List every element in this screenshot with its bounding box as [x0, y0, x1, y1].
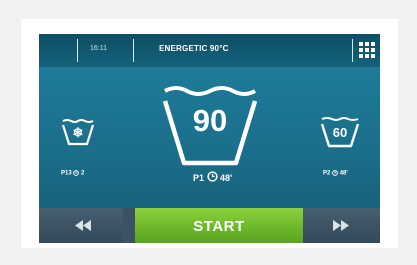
snowflake-icon: ❄ [72, 125, 84, 140]
clock-icon [73, 170, 80, 176]
previous-program-button[interactable] [39, 208, 123, 243]
program-right-temperature: 60 [332, 125, 348, 140]
touch-screen: 16:11 ENERGETIC 90°C ❄ P13 2 90 P1 48' 6… [39, 34, 380, 243]
program-title: ENERGETIC 90°C [159, 44, 229, 53]
rewind-icon [75, 220, 91, 231]
program-center-info: P1 48' [193, 171, 232, 183]
clock-icon [206, 171, 218, 182]
program-right-tub[interactable]: 60 [320, 116, 360, 148]
program-center-temperature: 90 [192, 103, 228, 138]
program-left-tub[interactable]: ❄ [61, 118, 95, 146]
start-label: START [193, 218, 245, 235]
start-button[interactable]: START [135, 208, 303, 243]
program-right-duration: 48' [339, 170, 348, 177]
program-left-duration: 2 [81, 170, 85, 177]
clock: 16:11 [90, 45, 107, 52]
program-right-label: P2 [323, 170, 331, 177]
program-left-info: P13 2 [61, 170, 84, 177]
clock-icon [332, 170, 338, 176]
separator [77, 39, 78, 62]
top-bar: 16:11 ENERGETIC 90°C [39, 34, 380, 67]
device-frame: 16:11 ENERGETIC 90°C ❄ P13 2 90 P1 48' 6… [21, 19, 398, 248]
grid-menu-icon[interactable] [359, 42, 375, 58]
program-center-duration: 48' [220, 173, 233, 183]
program-center-label: P1 [193, 173, 205, 183]
separator [133, 39, 134, 62]
program-center-tub[interactable]: 90 [162, 83, 258, 169]
program-left-label: P13 [61, 170, 72, 177]
program-right-info: P2 48' [323, 170, 348, 177]
next-program-button[interactable] [303, 208, 380, 243]
separator [352, 39, 353, 62]
fast-forward-icon [333, 220, 349, 231]
